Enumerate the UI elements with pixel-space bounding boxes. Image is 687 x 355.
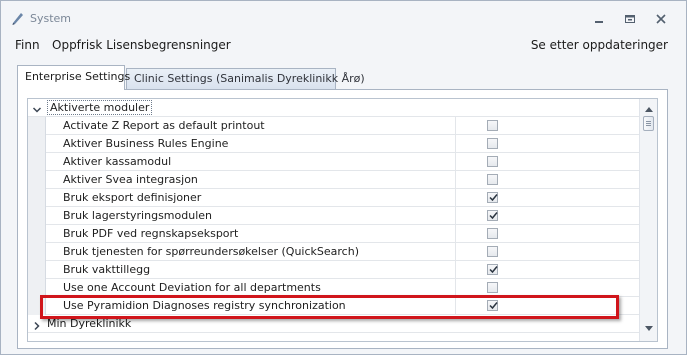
row-gutter	[28, 153, 46, 171]
scroll-down-icon[interactable]	[644, 323, 654, 331]
property-name: Aktiver Svea integrasjon	[46, 171, 456, 189]
property-name: Bruk eksport definisjoner	[46, 189, 456, 207]
property-row[interactable]: Aktiver Business Rules Engine	[28, 135, 639, 153]
property-name: Use one Account Deviation for all depart…	[46, 279, 456, 297]
scrollbar-thumb[interactable]	[643, 116, 654, 131]
minimize-icon[interactable]	[589, 11, 609, 27]
row-gutter	[28, 189, 46, 207]
property-row[interactable]: Bruk lagerstyringsmodulen	[28, 207, 639, 225]
tab-strip: Enterprise Settings Clinic Settings (San…	[17, 65, 686, 90]
property-name: Activate Z Report as default printout	[46, 117, 456, 135]
checkmark-icon	[489, 212, 498, 220]
checkmark-icon	[489, 266, 498, 274]
menu-oppfrisk-lisensbegrensninger[interactable]: Oppfrisk Lisensbegrensninger	[52, 38, 231, 52]
property-value[interactable]	[456, 225, 639, 243]
property-row[interactable]: Bruk vakttillegg	[28, 261, 639, 279]
property-name: Aktiver Business Rules Engine	[46, 135, 456, 153]
property-row[interactable]: Bruk tjenesten for spørreundersøkelser (…	[28, 243, 639, 261]
checkbox[interactable]	[487, 282, 498, 293]
checkbox-checked[interactable]	[487, 300, 498, 311]
property-value[interactable]	[456, 243, 639, 261]
property-row[interactable]: Bruk eksport definisjoner	[28, 189, 639, 207]
checkbox[interactable]	[487, 174, 498, 185]
category-row-aktiverte-moduler[interactable]: Aktiverte moduler	[28, 99, 639, 117]
checkbox-checked[interactable]	[487, 210, 498, 221]
chevron-right-icon[interactable]	[32, 319, 42, 331]
property-grid: Aktiverte moduler Activate Z Report as d…	[27, 98, 658, 342]
row-gutter	[28, 279, 46, 297]
property-row-pyramidion[interactable]: Use Pyramidion Diagnoses registry synchr…	[28, 297, 639, 315]
property-row[interactable]: Use one Account Deviation for all depart…	[28, 279, 639, 297]
vertical-scrollbar[interactable]	[639, 99, 657, 341]
category-cell: Min Dyreklinikk	[28, 315, 639, 333]
property-name: Bruk tjenesten for spørreundersøkelser (…	[46, 243, 456, 261]
property-value[interactable]	[456, 261, 639, 279]
category-row-min-dyreklinikk[interactable]: Min Dyreklinikk	[28, 315, 639, 333]
property-value[interactable]	[456, 135, 639, 153]
row-gutter	[28, 225, 46, 243]
row-gutter	[28, 135, 46, 153]
pencil-icon	[10, 10, 26, 26]
menu-bar: Finn Oppfrisk Lisensbegrensninger Se ett…	[1, 35, 686, 57]
menu-finn[interactable]: Finn	[15, 38, 40, 52]
category-label: Aktiverte moduler	[47, 100, 153, 115]
property-value[interactable]	[456, 117, 639, 135]
chevron-down-icon[interactable]	[32, 103, 42, 113]
checkbox-checked[interactable]	[487, 192, 498, 203]
property-value[interactable]	[456, 279, 639, 297]
property-row[interactable]: Aktiver Svea integrasjon	[28, 171, 639, 189]
system-window: System Finn Oppfrisk Lisensbegrensninger…	[0, 0, 687, 355]
window-title: System	[30, 12, 72, 25]
category-cell: Aktiverte moduler	[28, 99, 639, 117]
row-gutter	[28, 207, 46, 225]
tab-enterprise-settings[interactable]: Enterprise Settings	[17, 65, 130, 90]
title-bar[interactable]: System	[1, 1, 686, 35]
row-gutter	[28, 171, 46, 189]
property-value[interactable]	[456, 171, 639, 189]
enterprise-settings-panel: Aktiverte moduler Activate Z Report as d…	[17, 89, 668, 349]
checkbox[interactable]	[487, 228, 498, 239]
checkbox[interactable]	[487, 138, 498, 149]
row-gutter	[28, 243, 46, 261]
property-name: Aktiver kassamodul	[46, 153, 456, 171]
property-name: Bruk lagerstyringsmodulen	[46, 207, 456, 225]
menu-se-etter-oppdateringer[interactable]: Se etter oppdateringer	[531, 38, 668, 52]
property-value[interactable]	[456, 189, 639, 207]
checkbox[interactable]	[487, 120, 498, 131]
restore-icon[interactable]	[620, 11, 640, 27]
property-name: Bruk PDF ved regnskapseksport	[46, 225, 456, 243]
checkbox-checked[interactable]	[487, 264, 498, 275]
property-value[interactable]	[456, 153, 639, 171]
row-gutter	[28, 261, 46, 279]
property-row[interactable]: Activate Z Report as default printout	[28, 117, 639, 135]
property-value[interactable]	[456, 207, 639, 225]
tab-clinic-settings[interactable]: Clinic Settings (Sanimalis Dyreklinikk Å…	[126, 68, 365, 89]
row-gutter	[28, 297, 46, 315]
property-name: Use Pyramidion Diagnoses registry synchr…	[46, 297, 456, 315]
checkmark-icon	[489, 194, 498, 202]
scroll-up-icon[interactable]	[644, 103, 654, 112]
property-name: Bruk vakttillegg	[46, 261, 456, 279]
checkmark-icon	[489, 302, 498, 310]
row-gutter	[28, 117, 46, 135]
checkbox[interactable]	[487, 156, 498, 167]
property-value[interactable]	[456, 297, 639, 315]
property-row[interactable]: Bruk PDF ved regnskapseksport	[28, 225, 639, 243]
checkbox[interactable]	[487, 246, 498, 257]
close-icon[interactable]	[651, 11, 671, 27]
category-label: Min Dyreklinikk	[47, 317, 132, 330]
property-row[interactable]: Aktiver kassamodul	[28, 153, 639, 171]
